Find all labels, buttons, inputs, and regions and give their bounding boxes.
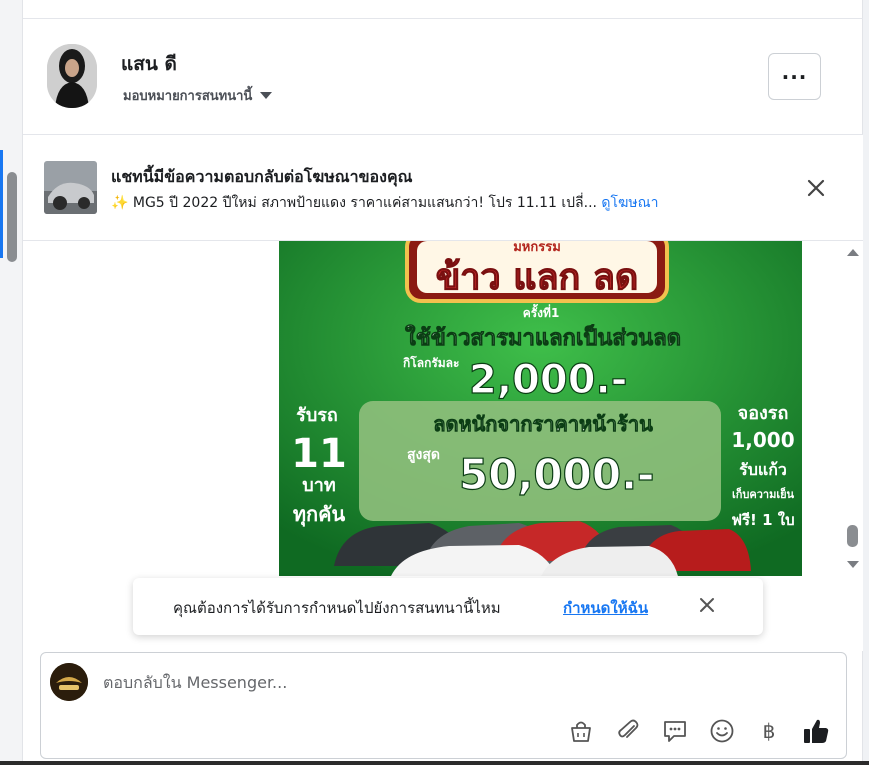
ad-per-kg-amount: 2,000.- [469,357,627,403]
like-icon[interactable] [802,717,830,745]
caret-down-icon [260,92,273,99]
ad-image[interactable]: มหกรรม ข้าว แลก ลด ครั้งที่1 ใช้ข้าวสารม… [279,241,802,576]
svg-text:฿: ฿ [763,719,776,743]
reply-input[interactable] [103,673,803,692]
conversation-header: แสน ดี มอบหมายการสนทนานี้ ··· [23,19,863,135]
page-avatar [50,663,88,701]
ad-left-4: ทุกคัน [293,502,346,527]
composer-toolbar: ฿ [567,717,830,745]
assign-to-me-link[interactable]: กำหนดให้ฉัน [563,596,648,620]
ad-left-2: 11 [291,431,347,477]
left-scrollbar[interactable] [7,172,17,262]
ad-snippet: ✨ MG5 ปี 2022 ปีใหม่ สภาพป้ายแดง ราคาแค่… [111,195,597,211]
ad-right-1: จองรถ [738,403,789,424]
ad-event-big: ข้าว แลก ลด [436,257,639,298]
close-icon[interactable] [698,596,716,614]
assign-conversation-dropdown[interactable]: มอบหมายการสนทนานี้ [123,85,273,106]
close-icon[interactable] [805,177,827,199]
ad-notice-subtitle: ✨ MG5 ปี 2022 ปีใหม่ สภาพป้ายแดง ราคาแค่… [111,192,659,214]
assign-prompt-banner: คุณต้องการได้รับการกำหนดไปยังการสนทนานี้… [133,578,763,635]
left-panel-edge [0,0,23,765]
contact-avatar[interactable] [47,44,97,108]
ad-event-small: มหกรรม [513,241,561,255]
ad-max-label: สูงสุด [407,447,440,463]
ad-discount-line: ลดหนักจากราคาหน้าร้าน [433,412,653,436]
baht-icon[interactable]: ฿ [755,717,783,745]
ad-max-amount: 50,000.- [459,450,654,499]
scroll-down-icon[interactable] [847,561,859,568]
ad-right-3: รับแก้ว [739,460,787,479]
shopping-bag-icon[interactable] [567,717,595,745]
ad-thumbnail[interactable] [44,161,97,214]
assign-label: มอบหมายการสนทนานี้ [123,89,253,104]
ad-left-1: รับรถ [296,405,338,426]
view-ad-link[interactable]: ดูโฆษณา [601,195,658,211]
right-panel-edge [862,0,869,765]
ad-times: ครั้งที่1 [523,303,560,320]
reply-composer: ฿ [40,652,847,759]
more-icon: ··· [781,64,808,89]
ad-reply-notice: แชทนี้มีข้อความตอบกลับต่อโฆษณาของคุณ ✨ M… [23,135,863,241]
ad-right-5: ฟรี! 1 ใบ [731,511,794,529]
emoji-icon[interactable] [708,717,736,745]
contact-name: แสน ดี [121,53,177,75]
assign-prompt-text: คุณต้องการได้รับการกำหนดไปยังการสนทนานี้… [173,599,501,617]
ad-rice-line: ใช้ข้าวสารมาแลกเป็นส่วนลด [405,323,681,351]
ad-notice-title: แชทนี้มีข้อความตอบกลับต่อโฆษณาของคุณ [111,167,413,186]
thread-scrollbar[interactable] [843,241,861,581]
attachment-icon[interactable] [614,717,642,745]
ad-right-2: 1,000 [731,428,794,452]
active-conversation-indicator [0,150,3,258]
scroll-up-icon[interactable] [847,249,859,256]
ad-per-kg: กิโลกรัมละ [403,355,459,370]
ad-right-4: เก็บความเย็น [732,487,795,501]
ad-left-3: บาท [302,475,335,496]
scroll-thumb[interactable] [847,525,858,547]
saved-reply-icon[interactable] [661,717,689,745]
bottom-edge [0,761,869,765]
more-options-button[interactable]: ··· [768,53,821,100]
